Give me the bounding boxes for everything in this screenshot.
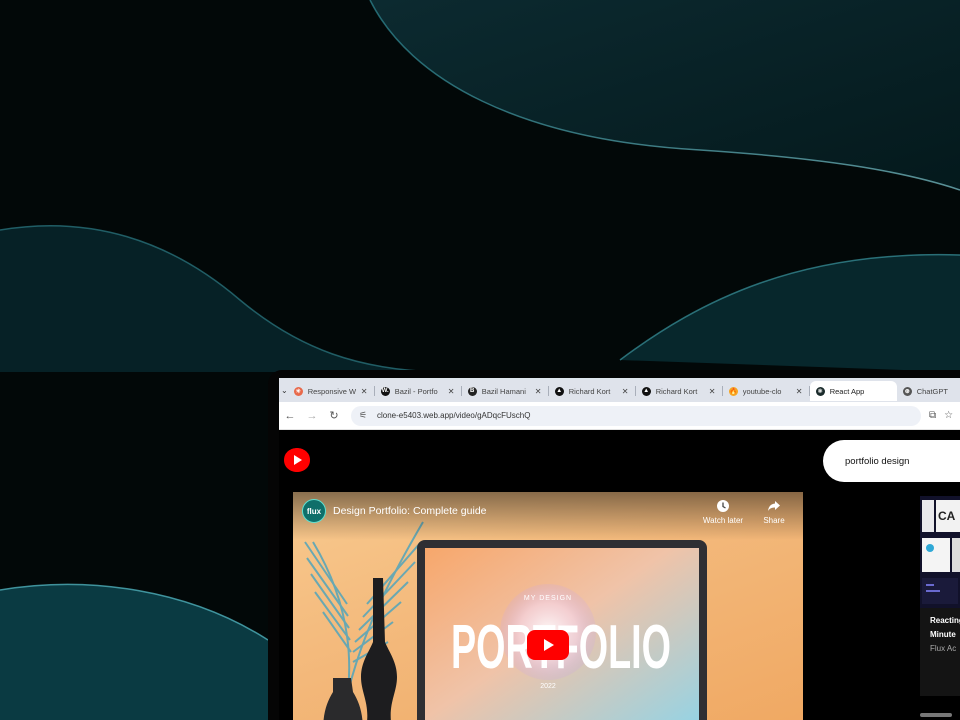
site-settings-icon[interactable]: ⚟ <box>359 410 371 421</box>
related-title-line2: Minute <box>930 630 956 639</box>
play-icon <box>544 639 554 651</box>
share-label: Share <box>763 516 785 525</box>
browser-tab[interactable]: ▲ Richard Kort ✕ <box>636 381 723 401</box>
art-year: 2022 <box>540 683 556 690</box>
tab-title: Richard Kort <box>655 386 698 396</box>
svg-text:CA: CA <box>938 509 956 523</box>
youtube-logo-icon[interactable] <box>283 447 311 473</box>
browser-tab[interactable]: 🔥 youtube-clo ✕ <box>723 381 810 401</box>
tab-title: Bazil - Portfo <box>394 386 438 396</box>
youtube-page: portfolio design MY DESIGN 2022 flux Des… <box>279 430 960 720</box>
close-tab-icon[interactable]: ✕ <box>535 387 543 396</box>
star-icon[interactable]: ☆ <box>944 410 953 421</box>
share-arrow-icon <box>768 501 780 511</box>
channel-avatar[interactable]: flux <box>302 499 326 523</box>
address-bar[interactable]: ⚟ clone-e5403.web.app/video/gADqcFUschQ <box>351 405 921 426</box>
related-channel: Flux Ac <box>930 644 957 653</box>
channel-avatar-text: flux <box>306 506 322 516</box>
triangle-logo-icon: ▲ <box>641 386 651 396</box>
url-text: clone-e5403.web.app/video/gADqcFUschQ <box>377 411 531 420</box>
tab-title: Responsive W <box>307 386 357 396</box>
search-value: portfolio design <box>845 455 910 467</box>
related-video-thumbnail: CA <box>920 496 960 608</box>
back-arrow-icon[interactable]: ← <box>279 405 301 427</box>
video-title[interactable]: Design Portfolio: Complete guide <box>333 505 487 517</box>
watch-later-label: Watch later <box>702 516 744 525</box>
tab-title: Richard Kort <box>568 386 611 396</box>
play-button[interactable] <box>527 630 569 660</box>
browser-tab[interactable]: W. Bazil - Portfo ✕ <box>375 381 462 401</box>
watch-later-button[interactable]: Watch later <box>698 499 748 525</box>
cast-icon[interactable]: ⧉ <box>929 410 936 421</box>
tab-search-chevron-icon[interactable]: ⌄ <box>281 380 288 400</box>
art-my-design: MY DESIGN <box>524 595 572 602</box>
react-icon: ⚛ <box>815 386 825 396</box>
b-logo-icon: B <box>467 386 477 396</box>
browser-tab[interactable]: ▲ Richard Kort ✕ <box>549 381 636 401</box>
share-button[interactable]: Share <box>749 499 799 525</box>
related-next-card[interactable] <box>920 713 952 717</box>
browser-window: ⌄ ✳ Responsive W ✕ W. Bazil - Portfo ✕ B Bazil … <box>279 378 960 720</box>
tab-title: ChatGPT <box>916 386 948 396</box>
tab-title: youtube-clo <box>742 386 782 396</box>
close-tab-icon[interactable]: ✕ <box>448 387 456 396</box>
close-tab-icon[interactable]: ✕ <box>361 387 369 396</box>
browser-tab[interactable]: B Bazil Hamani ✕ <box>462 381 549 401</box>
related-video-card[interactable]: CA Reacting Minute Flux Ac <box>920 496 960 696</box>
search-input[interactable]: portfolio design <box>823 440 960 482</box>
reload-icon[interactable]: ↻ <box>323 405 345 427</box>
tab-title: Bazil Hamani <box>481 386 526 396</box>
browser-tab[interactable]: ⚛ React App <box>809 381 897 401</box>
related-title-line1: Reacting <box>930 616 960 625</box>
chatgpt-icon: ⊛ <box>902 386 912 396</box>
forward-arrow-icon[interactable]: → <box>301 405 323 427</box>
browser-tab[interactable]: ✳ Responsive W ✕ <box>288 381 375 401</box>
asterisk-icon: ✳ <box>293 386 303 396</box>
w-logo-icon: W. <box>380 386 390 396</box>
video-player[interactable]: MY DESIGN PORTFOLIO 2022 flux Design Por… <box>293 492 803 720</box>
tab-strip: ⌄ ✳ Responsive W ✕ W. Bazil - Portfo ✕ B Bazil … <box>279 378 960 402</box>
firebase-icon: 🔥 <box>728 386 738 396</box>
tab-title: React App <box>829 386 865 396</box>
close-tab-icon[interactable]: ✕ <box>622 387 630 396</box>
close-tab-icon[interactable]: ✕ <box>709 387 717 396</box>
clock-icon <box>717 500 729 512</box>
close-tab-icon[interactable]: ✕ <box>796 387 804 396</box>
triangle-logo-icon: ▲ <box>554 386 564 396</box>
browser-tab[interactable]: ⊛ChatGPT✕ <box>897 381 960 401</box>
browser-toolbar: ← → ↻ ⚟ clone-e5403.web.app/video/gADqcF… <box>279 402 960 430</box>
